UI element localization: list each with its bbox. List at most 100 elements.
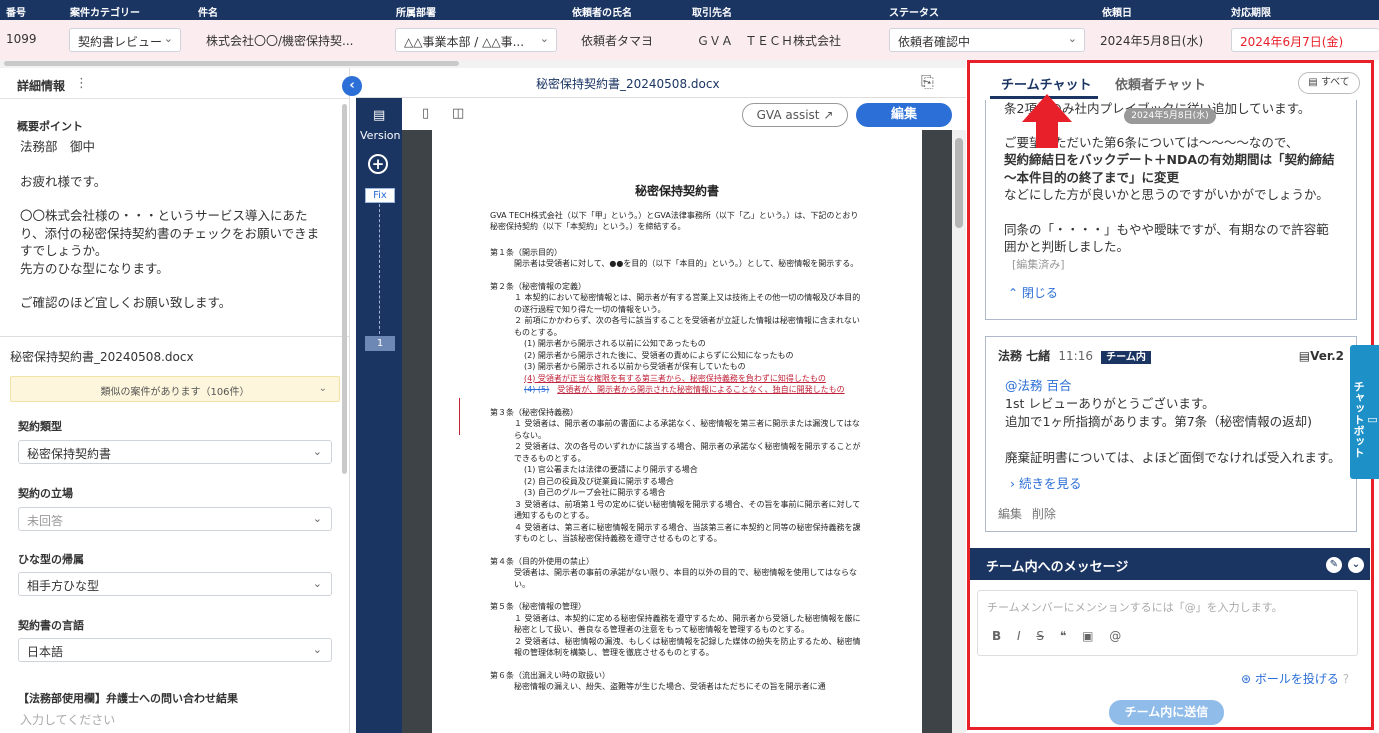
summary-label: 概要ポイント xyxy=(17,120,83,133)
chat-icon: ▭ xyxy=(1366,412,1379,426)
panel-title: 詳細情報 xyxy=(17,79,66,93)
expand-editor-icon[interactable]: ✎ xyxy=(1326,557,1342,573)
gva-assist-button[interactable]: GVA assist ↗ xyxy=(742,103,848,127)
ball-icon: ⊛ xyxy=(1241,672,1252,686)
download-icon[interactable]: ⎘ xyxy=(921,72,934,92)
send-team-button[interactable]: チーム内に送信 xyxy=(1109,700,1224,725)
col-number: 番号 xyxy=(6,8,26,19)
contract-type-label: 契約類型 xyxy=(18,420,62,433)
strikethrough-icon[interactable]: S xyxy=(1036,629,1044,643)
message-input[interactable]: チームメンバーにメンションするには「@」を入力します。 B I S ❝ ▣ @ xyxy=(977,590,1358,656)
row-client: ＧＶＡ ＴＥＣＨ株式会社 xyxy=(697,34,842,48)
similar-cases-banner[interactable]: 類似の案件があります（106件） ⌄ xyxy=(10,376,340,402)
scroll-thumb[interactable] xyxy=(955,138,963,228)
read-more-link[interactable]: › 続きを見る xyxy=(998,475,1344,493)
version-fix-badge[interactable]: Fix xyxy=(365,188,395,203)
version-label: Version xyxy=(360,129,401,142)
contract-type-select[interactable]: 秘密保持契約書 ⌄ xyxy=(18,440,332,464)
deadline-field[interactable]: 2024年6月7日(金) xyxy=(1231,28,1379,52)
edit-button[interactable]: 編集 xyxy=(856,103,952,127)
inquiry-input[interactable]: 入力してください xyxy=(20,711,115,728)
contract-language-label: 契約書の言語 xyxy=(18,619,84,632)
pointer-arrow-icon xyxy=(1022,94,1072,148)
edit-link[interactable]: 編集 xyxy=(998,507,1022,521)
row-request-date: 2024年5月8日(水) xyxy=(1100,34,1204,48)
italic-icon[interactable]: I xyxy=(1017,629,1021,643)
inquiry-label: 【法務部使用欄】弁護士への問い合わせ結果 xyxy=(18,692,238,705)
col-request-date: 依頼日 xyxy=(1102,8,1132,19)
panel-scrollbar[interactable] xyxy=(342,104,347,474)
quote-icon[interactable]: ❝ xyxy=(1060,629,1066,643)
chevron-down-icon[interactable]: ⌄ xyxy=(1348,557,1364,573)
list-icon: ▤ xyxy=(1308,77,1318,88)
tracked-insertion: 受領者が、開示者から開示された秘密情報によることなく、独自に開発したもの xyxy=(557,385,845,394)
status-select[interactable]: 依頼者確認中 ⌄ xyxy=(889,28,1085,52)
team-message-header: チーム内へのメッセージ ✎ ⌄ xyxy=(970,548,1370,580)
format-toolbar: B I S ❝ ▣ @ xyxy=(992,629,1121,643)
mention-icon[interactable]: @ xyxy=(1109,629,1121,643)
detail-panel: 詳細情報 ⋮ 概要ポイント 法務部 御中 お疲れ様です。 〇〇株式会社様の・・・… xyxy=(0,68,350,733)
document-heading: 秘密保持契約書 xyxy=(634,184,719,198)
version-rail: ▤ Version + Fix 1 xyxy=(356,98,402,733)
attached-file-name[interactable]: 秘密保持契約書_20240508.docx xyxy=(10,348,194,365)
document-viewer: 秘密保持契約書_20240508.docx ⎘ ▤ Version + Fix … xyxy=(356,68,966,733)
add-version-icon[interactable]: + xyxy=(368,154,388,174)
col-client: 取引先名 xyxy=(692,8,732,19)
message-time: 11:16 xyxy=(1058,349,1093,363)
document-page: 秘密保持契約書 GVA TECH株式会社（以下「甲」という。）とGVA法律事務所… xyxy=(432,130,922,733)
contract-position-select[interactable]: 未回答 ⌄ xyxy=(18,507,332,531)
single-page-icon[interactable]: ▯ xyxy=(422,106,429,121)
category-select[interactable]: 契約書レビュー ⌄ xyxy=(69,28,181,52)
chatbot-tab[interactable]: ▭ チャットボット xyxy=(1350,345,1379,479)
chevron-down-icon: ⌄ xyxy=(318,383,327,394)
external-link-icon: ↗ xyxy=(823,108,834,122)
mention[interactable]: @法務 百合 xyxy=(998,377,1344,395)
table-header: 番号 案件カテゴリー 件名 所属部署 依頼者の氏名 取引先名 ステータス 依頼日… xyxy=(0,0,1379,20)
col-subject: 件名 xyxy=(198,8,218,19)
tab-requester-chat[interactable]: 依頼者チャット xyxy=(1115,74,1206,93)
chevron-down-icon: ⌄ xyxy=(539,32,549,45)
table-row[interactable]: 1099 契約書レビュー ⌄ 株式会社〇〇/機密保持契... △△事業本部 / △… xyxy=(0,20,1379,60)
chevron-down-icon: ⌄ xyxy=(163,32,173,45)
document-toolbar: ▯ ◫ GVA assist ↗ 編集 xyxy=(402,98,966,130)
scroll-thumb[interactable] xyxy=(4,61,459,66)
chevron-down-icon: ⌄ xyxy=(312,577,322,590)
col-deadline: 対応期限 xyxy=(1231,8,1271,19)
contract-position-label: 契約の立場 xyxy=(18,487,73,500)
date-divider: 2024年5月8日(水) xyxy=(1124,108,1216,124)
contract-language-select[interactable]: 日本語 ⌄ xyxy=(18,638,332,662)
help-icon[interactable]: ? xyxy=(1343,672,1349,686)
department-select[interactable]: △△事業本部 / △△事... ⌄ xyxy=(395,28,557,52)
bold-icon[interactable]: B xyxy=(992,629,1001,643)
col-category: 案件カテゴリー xyxy=(70,8,140,19)
row-number: 1099 xyxy=(6,32,37,46)
collapse-panel-button[interactable]: ‹ xyxy=(342,76,362,96)
change-marker xyxy=(459,398,460,435)
author-name: 法務 七緒 xyxy=(998,349,1051,363)
team-badge: チーム内 xyxy=(1101,351,1151,364)
filter-all-button[interactable]: ▤ すべて xyxy=(1298,72,1360,94)
chat-message-card: 法務 七緒 11:16 チーム内 ▤Ver.2 @法務 百合 1st レビューあ… xyxy=(985,336,1357,532)
delete-link[interactable]: 削除 xyxy=(1032,507,1056,521)
col-department: 所属部署 xyxy=(396,8,436,19)
version-tag[interactable]: ▤Ver.2 xyxy=(1299,347,1344,365)
message-placeholder: チームメンバーにメンションするには「@」を入力します。 xyxy=(987,601,1283,614)
compare-view-icon[interactable]: ◫ xyxy=(452,106,464,121)
row-subject[interactable]: 株式会社〇〇/機密保持契... xyxy=(206,32,354,49)
collapse-link[interactable]: ⌃ 閉じる xyxy=(1004,285,1338,303)
pass-ball-button[interactable]: ⊛ ボールを投げる ? xyxy=(1241,670,1349,687)
chevron-down-icon: ⌄ xyxy=(312,445,322,458)
chevron-down-icon: ⌄ xyxy=(312,643,322,656)
chevron-down-icon: ⌄ xyxy=(1067,32,1077,45)
template-owner-select[interactable]: 相手方ひな型 ⌄ xyxy=(18,572,332,596)
document-name: 秘密保持契約書_20240508.docx xyxy=(536,77,720,91)
tab-team-chat[interactable]: チームチャット xyxy=(1001,74,1091,93)
document-title-bar: 秘密保持契約書_20240508.docx ⎘ xyxy=(356,68,966,98)
document-scrollbar[interactable] xyxy=(952,130,966,733)
more-vert-icon[interactable]: ⋮ xyxy=(75,76,88,91)
document-icon: ▤ xyxy=(1298,349,1311,363)
version-1-badge[interactable]: 1 xyxy=(365,336,395,351)
col-requester: 依頼者の氏名 xyxy=(572,8,632,19)
document-icon: ▤ xyxy=(373,108,386,123)
image-icon[interactable]: ▣ xyxy=(1082,629,1093,643)
